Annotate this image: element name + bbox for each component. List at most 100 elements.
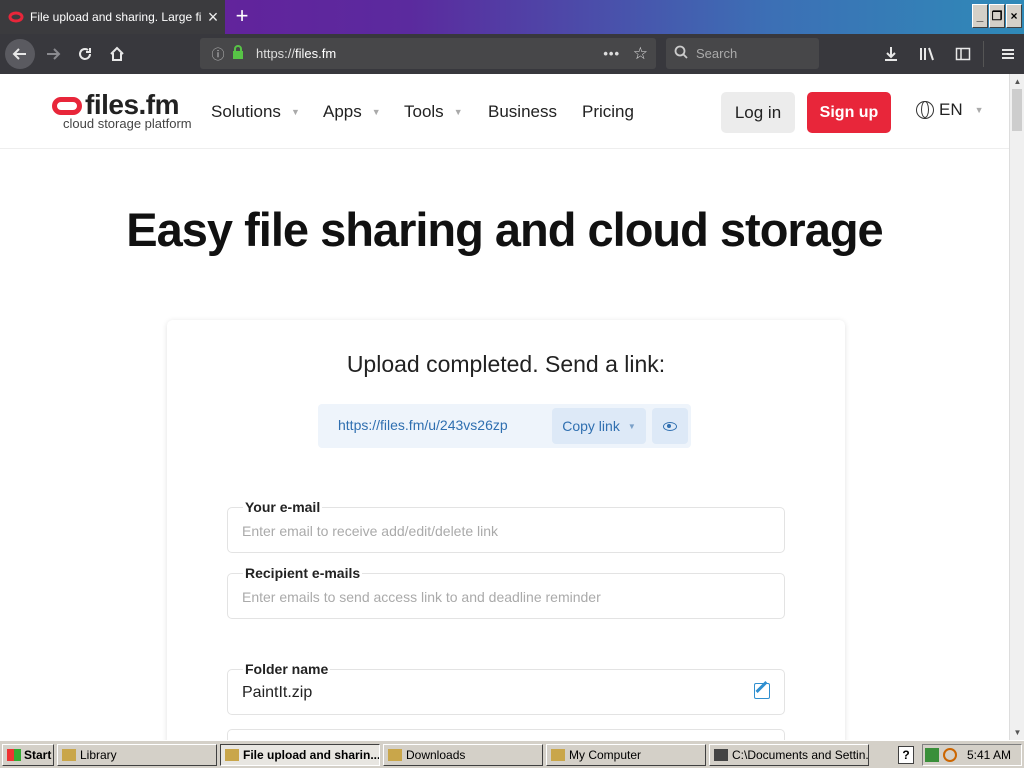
- language-selector[interactable]: EN ▼: [916, 100, 984, 120]
- search-bar[interactable]: Search: [666, 38, 819, 69]
- nav-tools-label: Tools: [404, 101, 444, 121]
- home-icon: [110, 46, 124, 61]
- chevron-down-icon: ▼: [453, 106, 463, 117]
- browser-tab-strip: File upload and sharing. Large file × + …: [0, 0, 1024, 34]
- tray-app-icon[interactable]: [924, 748, 939, 762]
- back-arrow-icon: [12, 48, 26, 60]
- firefox-icon: [225, 748, 239, 761]
- nav-pricing-label: Pricing: [582, 101, 634, 121]
- sidebar-icon[interactable]: [947, 40, 979, 68]
- copy-link-label: Copy link: [562, 418, 620, 434]
- taskbar-item-library[interactable]: Library: [57, 743, 217, 766]
- taskbar-item-label: C:\Documents and Settin...: [732, 747, 869, 762]
- web-page: files.fm cloud storage platform Solution…: [0, 74, 1009, 740]
- page-actions-icon[interactable]: •••: [603, 46, 620, 61]
- forward-arrow-icon: [47, 48, 61, 60]
- taskbar-item-label: Downloads: [406, 747, 466, 762]
- logo-tagline: cloud storage platform: [63, 116, 192, 131]
- chevron-down-icon: ▼: [290, 106, 300, 117]
- windows-taskbar: Start Library File upload and sharin... …: [0, 740, 1024, 768]
- windows-logo-icon: [7, 748, 21, 761]
- taskbar-item-my-computer[interactable]: My Computer: [546, 743, 706, 766]
- nav-solutions[interactable]: Solutions ▼: [211, 74, 300, 149]
- chevron-down-icon: ▼: [371, 106, 381, 117]
- tray-search-icon[interactable]: [942, 748, 957, 762]
- clock: 5:41 AM: [966, 748, 1011, 762]
- page-scrollbar[interactable]: ▲ ▼: [1009, 74, 1024, 740]
- start-label: Start: [24, 747, 52, 762]
- hamburger-menu-icon[interactable]: [992, 40, 1024, 68]
- toolbar-separator: [983, 41, 984, 67]
- forward-button[interactable]: [39, 40, 67, 68]
- browser-tab-active[interactable]: File upload and sharing. Large file ×: [0, 0, 225, 34]
- search-placeholder: Search: [696, 46, 738, 61]
- upload-card: Upload completed. Send a link: https://f…: [167, 320, 845, 740]
- next-field: [227, 729, 785, 740]
- window-controls: _ ❐ ×: [971, 4, 1022, 28]
- back-button[interactable]: [5, 39, 35, 69]
- toolbar-right: [871, 34, 1024, 74]
- url-text[interactable]: https://files.fm: [256, 46, 336, 61]
- bookmark-star-icon[interactable]: ☆: [633, 44, 648, 64]
- taskbar-item-file-upload[interactable]: File upload and sharin...: [220, 743, 380, 766]
- restore-button[interactable]: ❐: [989, 4, 1005, 28]
- taskbar-item-label: Library: [80, 747, 117, 762]
- info-icon[interactable]: ⓘ: [208, 44, 228, 63]
- folder-icon: [551, 748, 565, 761]
- scroll-down-arrow-icon[interactable]: ▼: [1010, 725, 1024, 740]
- login-button[interactable]: Log in: [721, 92, 795, 133]
- system-tray: 5:41 AM: [922, 744, 1022, 766]
- email-placeholder: Enter email to receive add/edit/delete l…: [242, 523, 499, 539]
- recipient-emails-placeholder: Enter emails to send access link to and …: [242, 589, 601, 605]
- email-label: Your e-mail: [243, 499, 323, 515]
- start-button[interactable]: Start: [2, 743, 54, 766]
- nav-apps[interactable]: Apps ▼: [323, 74, 381, 149]
- reload-icon: [79, 48, 91, 60]
- globe-icon: [916, 101, 934, 119]
- chevron-down-icon: ▼: [974, 105, 984, 115]
- new-tab-button[interactable]: +: [230, 4, 254, 28]
- files-fm-favicon: [8, 11, 24, 23]
- logo-mark-icon: [52, 97, 82, 115]
- recipient-emails-label: Recipient e-mails: [243, 565, 363, 581]
- lock-icon[interactable]: [232, 45, 248, 62]
- close-window-button[interactable]: ×: [1006, 4, 1022, 28]
- reload-button[interactable]: [71, 40, 99, 68]
- share-link-box: https://files.fm/u/243vs26zp Copy link ▼: [318, 404, 691, 448]
- nav-business[interactable]: Business: [488, 74, 557, 149]
- copy-link-button[interactable]: Copy link ▼: [552, 408, 646, 444]
- tab-close-icon[interactable]: ×: [201, 7, 225, 28]
- nav-apps-label: Apps: [323, 101, 362, 121]
- library-icon[interactable]: [911, 40, 943, 68]
- taskbar-item-7zip[interactable]: C:\Documents and Settin...: [709, 743, 869, 766]
- folder-icon: [388, 748, 402, 761]
- 7zip-icon: [714, 748, 728, 761]
- signup-button[interactable]: Sign up: [807, 92, 891, 133]
- scroll-up-arrow-icon[interactable]: ▲: [1010, 74, 1024, 89]
- nav-solutions-label: Solutions: [211, 101, 281, 121]
- language-label: EN: [939, 100, 963, 119]
- hero-title: Easy file sharing and cloud storage: [126, 203, 883, 256]
- share-link-url[interactable]: https://files.fm/u/243vs26zp: [338, 417, 508, 433]
- help-icon[interactable]: ?: [898, 746, 914, 764]
- upload-completed-title: Upload completed. Send a link:: [346, 351, 666, 377]
- scrollbar-thumb[interactable]: [1012, 89, 1022, 131]
- downloads-icon[interactable]: [875, 40, 907, 68]
- nav-tools[interactable]: Tools ▼: [404, 74, 463, 149]
- tab-title: File upload and sharing. Large file: [30, 10, 201, 24]
- url-bar[interactable]: ⓘ https://files.fm ••• ☆: [200, 38, 656, 69]
- browser-nav-bar: ⓘ https://files.fm ••• ☆ Search: [0, 34, 1024, 74]
- home-button[interactable]: [103, 40, 131, 68]
- folder-name-label: Folder name: [243, 661, 331, 677]
- site-header: files.fm cloud storage platform Solution…: [0, 74, 1009, 149]
- nav-pricing[interactable]: Pricing: [582, 74, 634, 149]
- folder-name-value: PaintIt.zip: [242, 684, 313, 701]
- taskbar-item-downloads[interactable]: Downloads: [383, 743, 543, 766]
- minimize-button[interactable]: _: [972, 4, 988, 28]
- taskbar-item-label: My Computer: [569, 747, 642, 762]
- nav-business-label: Business: [488, 101, 557, 121]
- preview-link-button[interactable]: [652, 408, 688, 444]
- taskbar-item-label: File upload and sharin...: [243, 747, 380, 762]
- edit-icon[interactable]: [754, 683, 770, 699]
- eye-icon: [663, 421, 677, 431]
